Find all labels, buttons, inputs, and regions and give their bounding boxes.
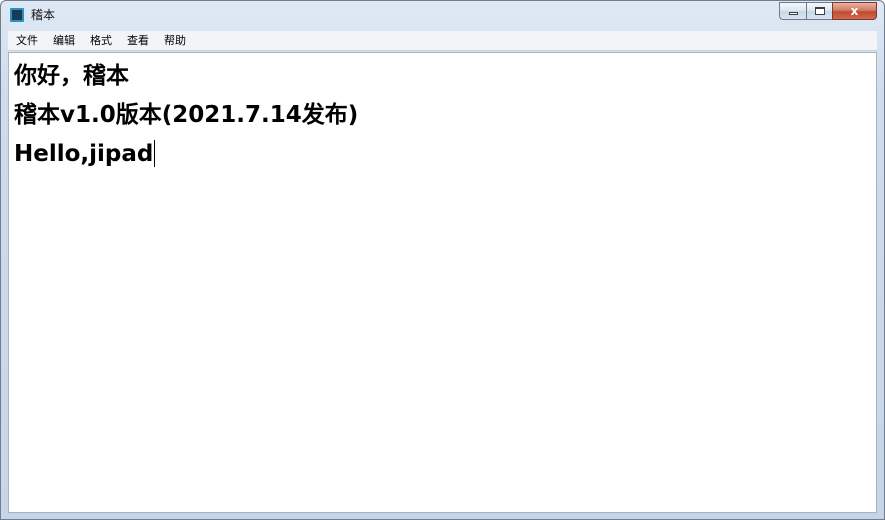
window-title: 稽本 bbox=[31, 8, 56, 22]
editor-line[interactable]: 稽本v1.0版本(2021.7.14发布) bbox=[14, 100, 358, 130]
menu-bar: 文件 编辑 格式 查看 帮助 bbox=[8, 31, 877, 51]
minimize-button[interactable] bbox=[779, 2, 806, 20]
caption-buttons: x bbox=[779, 2, 877, 22]
menu-help[interactable]: 帮助 bbox=[156, 33, 194, 49]
menu-view[interactable]: 查看 bbox=[119, 33, 157, 49]
editor-line-text: Hello,jipad bbox=[14, 141, 154, 167]
minimize-icon bbox=[788, 12, 798, 15]
text-editor[interactable]: 你好，稽本 稽本v1.0版本(2021.7.14发布) Hello,jipad bbox=[8, 52, 877, 513]
text-caret bbox=[154, 140, 156, 167]
maximize-icon bbox=[814, 7, 825, 15]
close-button[interactable]: x bbox=[832, 2, 877, 20]
menu-file[interactable]: 文件 bbox=[8, 33, 46, 49]
title-bar[interactable]: 稽本 x bbox=[1, 1, 884, 31]
close-icon: x bbox=[850, 4, 859, 18]
app-icon[interactable] bbox=[10, 8, 24, 22]
menu-format[interactable]: 格式 bbox=[82, 33, 120, 49]
editor-line[interactable]: 你好，稽本 bbox=[14, 61, 129, 91]
menu-edit[interactable]: 编辑 bbox=[45, 33, 83, 49]
notepad-window: 稽本 x 文件 编辑 格式 查看 帮助 你好，稽本 稽本v1.0版本(2021.… bbox=[0, 0, 885, 520]
maximize-button[interactable] bbox=[806, 2, 832, 20]
editor-line[interactable]: Hello,jipad bbox=[14, 139, 156, 169]
